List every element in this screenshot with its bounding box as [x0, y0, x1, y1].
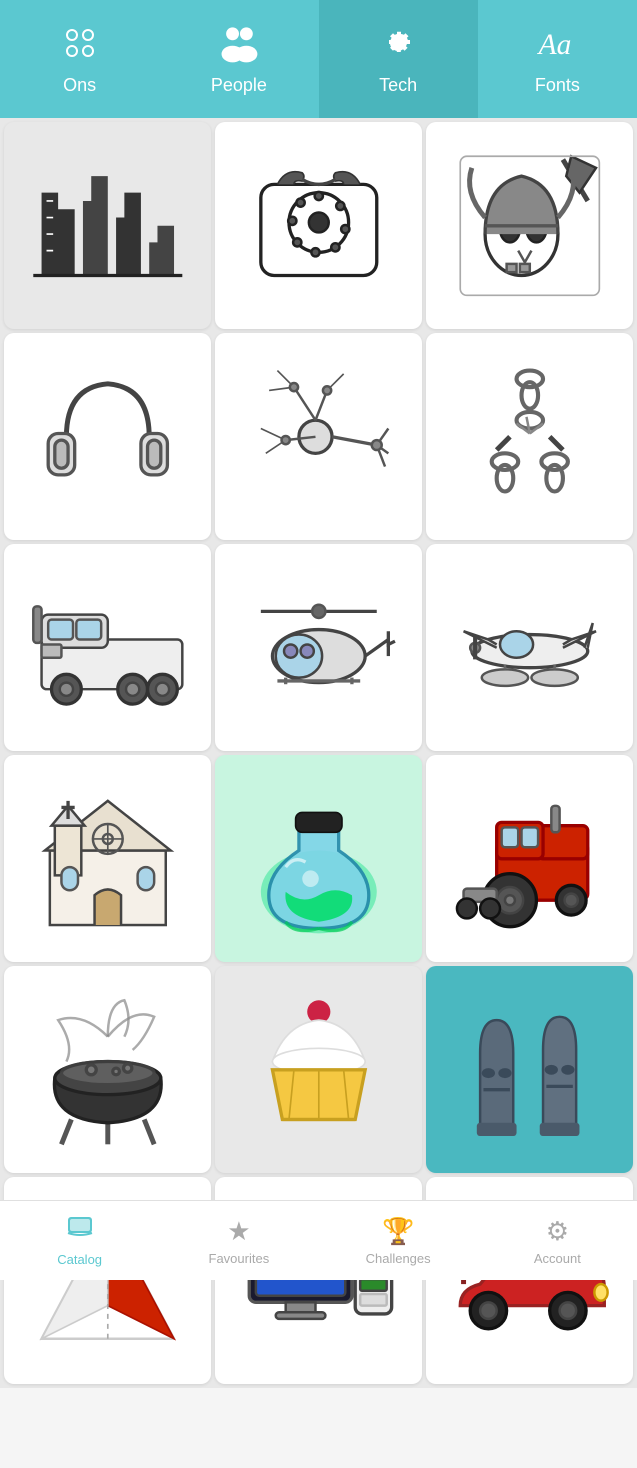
tab-tech-label: Tech	[379, 75, 417, 96]
grid-item-city[interactable]	[4, 122, 211, 329]
grid-item-chain[interactable]	[426, 333, 633, 540]
people-icon	[216, 23, 262, 69]
fonts-icon: Aa	[534, 23, 580, 69]
star-icon: ★	[227, 1216, 250, 1247]
icons-icon	[60, 23, 100, 69]
tab-icons-label: Ons	[63, 75, 96, 96]
grid-item-seaplane[interactable]	[426, 544, 633, 751]
bottom-tab-challenges-label: Challenges	[366, 1251, 431, 1266]
tab-people[interactable]: People	[159, 0, 318, 118]
bottom-tab-account-label: Account	[534, 1251, 581, 1266]
grid-item-moai[interactable]	[426, 966, 633, 1173]
gear-settings-icon: ⚙	[546, 1216, 569, 1247]
top-navigation: Ons People Tech Aa Fonts	[0, 0, 637, 118]
bottom-navigation: Catalog ★ Favourites 🏆 Challenges ⚙ Acco…	[0, 1200, 637, 1280]
grid-item-potion[interactable]	[215, 755, 422, 962]
bottom-tab-catalog-label: Catalog	[57, 1252, 102, 1267]
tab-icons[interactable]: Ons	[0, 0, 159, 118]
tab-fonts[interactable]: Aa Fonts	[478, 0, 637, 118]
grid-item-viking[interactable]	[426, 122, 633, 329]
grid-item-church[interactable]	[4, 755, 211, 962]
grid-item-telephone[interactable]	[215, 122, 422, 329]
grid-item-helicopter[interactable]	[215, 544, 422, 751]
grid-item-cauldron[interactable]	[4, 966, 211, 1173]
grid-item-neuron[interactable]	[215, 333, 422, 540]
tab-tech[interactable]: Tech	[319, 0, 478, 118]
svg-text:Aa: Aa	[537, 29, 572, 61]
bottom-tab-catalog[interactable]: Catalog	[0, 1201, 159, 1280]
tab-people-label: People	[211, 75, 267, 96]
bottom-tab-challenges[interactable]: 🏆 Challenges	[319, 1201, 478, 1280]
tab-fonts-label: Fonts	[535, 75, 580, 96]
trophy-icon: 🏆	[382, 1216, 414, 1247]
image-grid	[0, 118, 637, 1388]
catalog-icon	[66, 1215, 94, 1248]
bottom-tab-favourites[interactable]: ★ Favourites	[159, 1201, 318, 1280]
bottom-tab-account[interactable]: ⚙ Account	[478, 1201, 637, 1280]
bottom-tab-favourites-label: Favourites	[209, 1251, 270, 1266]
grid-item-cupcake[interactable]	[215, 966, 422, 1173]
gear-icon	[378, 23, 418, 69]
grid-item-tractor[interactable]	[426, 755, 633, 962]
grid-item-headphones[interactable]	[4, 333, 211, 540]
grid-item-truck[interactable]	[4, 544, 211, 751]
